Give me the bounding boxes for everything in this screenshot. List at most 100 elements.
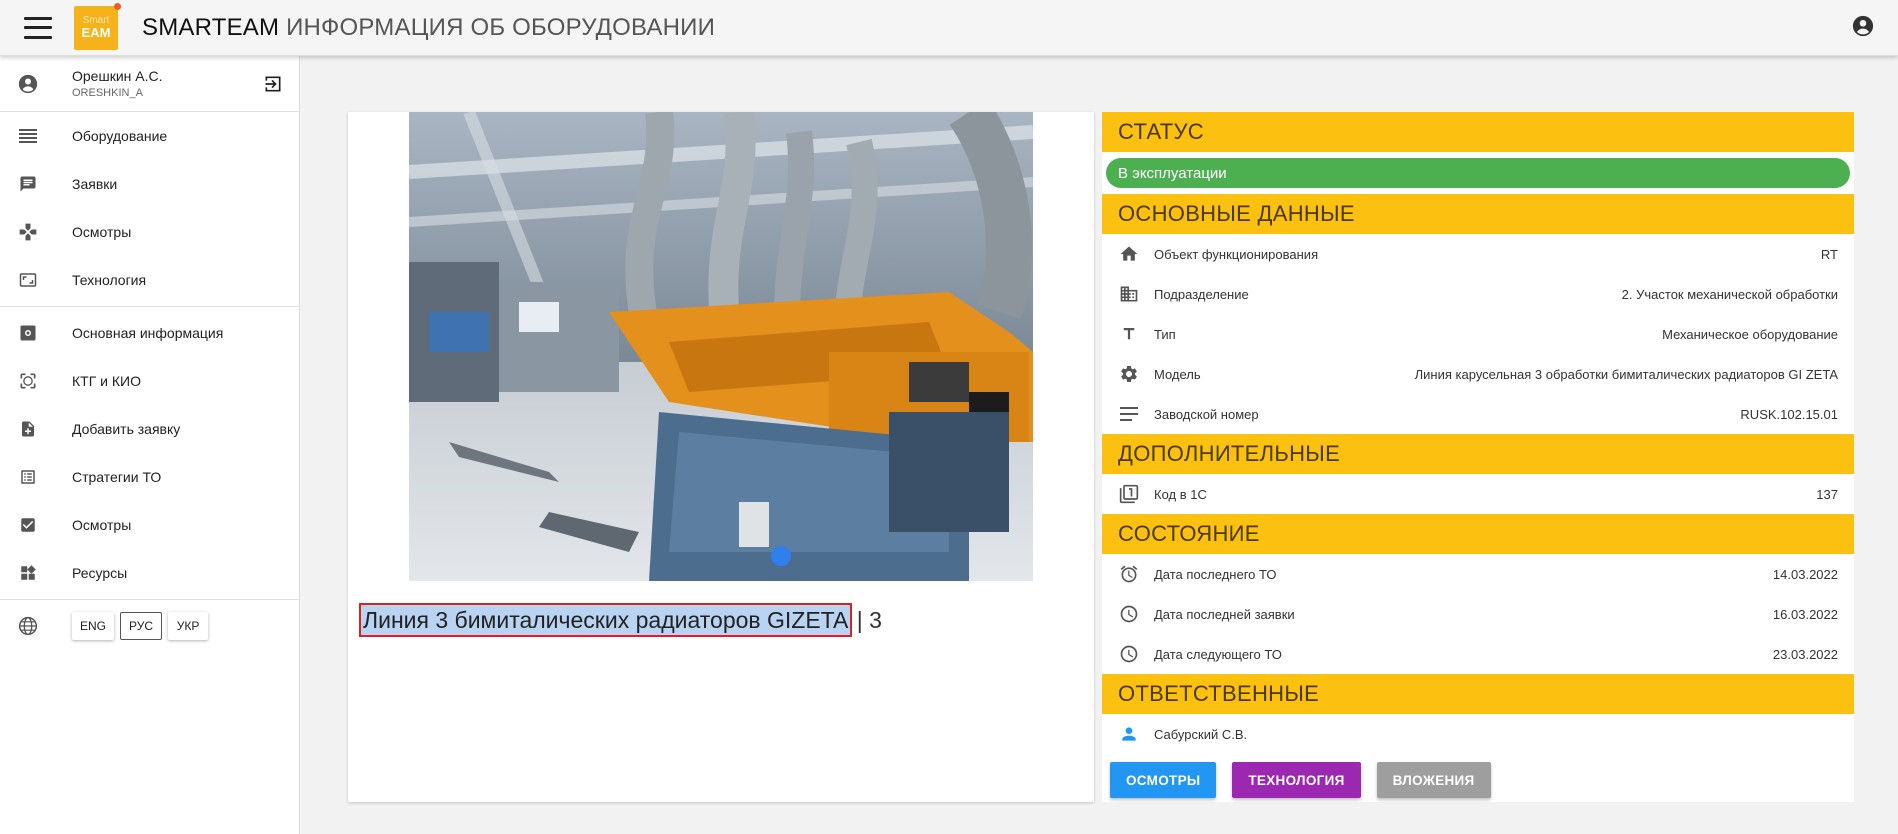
globe-icon xyxy=(0,616,56,636)
sidebar-item-label: Ресурсы xyxy=(72,565,128,581)
sidebar-item-equipment[interactable]: Оборудование xyxy=(0,112,299,160)
clock-icon xyxy=(1118,643,1140,665)
check-box-icon xyxy=(0,516,56,534)
logout-icon[interactable] xyxy=(263,74,283,94)
sidebar: Орешкин А.С. ORESHKIN_A Оборудование Зая… xyxy=(0,56,300,834)
info-value: Механическое оборудование xyxy=(1662,326,1838,342)
inspections-button[interactable]: ОСМОТРЫ xyxy=(1110,762,1217,798)
action-buttons: ОСМОТРЫ ТЕХНОЛОГИЯ ВЛОЖЕНИЯ xyxy=(1102,762,1854,798)
settings-box-icon xyxy=(0,324,56,342)
info-row-model: Модель Линия карусельная 3 обработки бим… xyxy=(1102,354,1854,394)
info-key: Заводской номер xyxy=(1154,406,1259,422)
info-row-department: Подразделение 2. Участок механической об… xyxy=(1102,274,1854,314)
sidebar-item-label: Основная информация xyxy=(72,325,224,341)
info-value: RT xyxy=(1820,246,1838,262)
lang-rus-button[interactable]: РУС xyxy=(120,612,163,640)
note-add-icon xyxy=(0,419,56,439)
info-row-1c-code: Код в 1С 137 xyxy=(1102,474,1854,514)
sidebar-item-label: Оборудование xyxy=(72,128,168,144)
section-additional-header: ДОПОЛНИТЕЛЬНЫЕ xyxy=(1102,434,1854,474)
sidebar-item-strategies[interactable]: Стратегии ТО xyxy=(0,453,299,501)
user-info: Орешкин А.С. ORESHKIN_A xyxy=(0,56,299,112)
gear-icon xyxy=(1118,363,1140,385)
account-circle-icon xyxy=(0,74,56,94)
alarm-icon xyxy=(1118,563,1140,585)
sidebar-item-label: Добавить заявку xyxy=(72,421,181,437)
sidebar-item-add-request[interactable]: Добавить заявку xyxy=(0,405,299,453)
carousel-indicator-dot[interactable] xyxy=(771,546,791,566)
sidebar-item-resources[interactable]: Ресурсы xyxy=(0,549,299,597)
sidebar-item-technology[interactable]: Технология xyxy=(0,256,299,304)
text-type-icon xyxy=(1118,323,1140,345)
user-login: ORESHKIN_A xyxy=(72,87,143,99)
message-icon xyxy=(0,175,56,193)
info-key: Тип xyxy=(1154,326,1176,342)
filter-center-icon xyxy=(0,371,56,391)
info-row-type: Тип Механическое оборудование xyxy=(1102,314,1854,354)
building-icon xyxy=(1118,283,1140,305)
info-row-responsible-person: Сабурский С.В. xyxy=(1102,714,1854,754)
equipment-info-panel: СТАТУС В эксплуатации ОСНОВНЫЕ ДАННЫЕ Об… xyxy=(1102,112,1854,802)
attachments-button[interactable]: ВЛОЖЕНИЯ xyxy=(1376,762,1491,798)
person-icon xyxy=(1118,723,1140,745)
info-value: 2. Участок механической обработки xyxy=(1621,286,1838,302)
sidebar-item-requests[interactable]: Заявки xyxy=(0,160,299,208)
filter-1-icon xyxy=(1118,483,1140,505)
info-key: Дата следующего ТО xyxy=(1154,646,1282,662)
hamburger-menu-icon[interactable] xyxy=(24,16,52,39)
logo-line-2: EAM xyxy=(81,25,111,40)
page-name: ИНФОРМАЦИЯ ОБ ОБОРУДОВАНИИ xyxy=(286,13,716,41)
sidebar-divider xyxy=(0,306,299,307)
section-state-header: СОСТОЯНИЕ xyxy=(1102,514,1854,554)
info-row-serial-number: Заводской номер RUSK.102.15.01 xyxy=(1102,394,1854,434)
sidebar-item-label: Осмотры xyxy=(72,224,132,240)
smarteam-logo[interactable]: Smart EAM xyxy=(74,2,121,50)
equipment-caption-suffix: | 3 xyxy=(856,607,882,633)
info-value: 23.03.2022 xyxy=(1772,646,1838,662)
gamepad-icon xyxy=(0,222,56,242)
info-row-operating-object: Объект функционирования RT xyxy=(1102,234,1854,274)
info-value: RUSK.102.15.01 xyxy=(1740,406,1838,422)
sidebar-divider xyxy=(0,599,299,600)
sidebar-item-label: Технология xyxy=(72,272,147,288)
app-bar: Smart EAM SMARTEAM ИНФОРМАЦИЯ ОБ ОБОРУДО… xyxy=(0,0,1898,56)
lang-ukr-button[interactable]: УКР xyxy=(168,612,209,640)
clock-icon xyxy=(1118,603,1140,625)
technology-button[interactable]: ТЕХНОЛОГИЯ xyxy=(1232,762,1361,798)
info-row-last-maintenance: Дата последнего ТО 14.03.2022 xyxy=(1102,554,1854,594)
sidebar-item-inspections-2[interactable]: Осмотры xyxy=(0,501,299,549)
info-key: Сабурский С.В. xyxy=(1154,726,1248,742)
info-value: Линия карусельная 3 обработки бимиталиче… xyxy=(1414,366,1838,382)
info-key: Модель xyxy=(1154,366,1201,382)
lines-icon xyxy=(1118,403,1140,425)
sidebar-item-label: Стратегии ТО xyxy=(72,469,162,485)
lang-eng-button[interactable]: ENG xyxy=(72,612,115,640)
sidebar-item-label: Осмотры xyxy=(72,517,132,533)
info-key: Дата последнего ТО xyxy=(1154,566,1277,582)
info-key: Объект функционирования xyxy=(1154,246,1319,262)
info-value: 14.03.2022 xyxy=(1772,566,1838,582)
list-alt-icon xyxy=(0,468,56,486)
info-row-last-request: Дата последней заявки 16.03.2022 xyxy=(1102,594,1854,634)
equipment-card: Линия 3 бимиталических радиаторов GIZETA… xyxy=(348,112,1094,802)
language-switcher: ENG РУС УКР xyxy=(0,602,299,650)
widgets-icon xyxy=(0,564,56,582)
section-main-data-header: ОСНОВНЫЕ ДАННЫЕ xyxy=(1102,194,1854,234)
info-key: Подразделение xyxy=(1154,286,1249,302)
equipment-photo[interactable] xyxy=(409,112,1033,581)
account-circle-icon[interactable] xyxy=(1852,15,1874,37)
page-title: SMARTEAM ИНФОРМАЦИЯ ОБ ОБОРУДОВАНИИ xyxy=(142,14,715,42)
list-icon xyxy=(0,129,56,143)
section-status-header: СТАТУС xyxy=(1102,112,1854,152)
aspect-ratio-icon xyxy=(0,271,56,289)
logo-dot xyxy=(114,2,121,10)
sidebar-item-ktg-kio[interactable]: КТГ и КИО xyxy=(0,357,299,405)
sidebar-item-label: Заявки xyxy=(72,176,118,192)
section-responsible-header: ОТВЕТСТВЕННЫЕ xyxy=(1102,674,1854,714)
sidebar-item-inspections[interactable]: Осмотры xyxy=(0,208,299,256)
equipment-name-selected[interactable]: Линия 3 бимиталических радиаторов GIZETA xyxy=(358,603,853,637)
sidebar-item-main-info[interactable]: Основная информация xyxy=(0,309,299,357)
home-icon xyxy=(1118,243,1140,265)
info-value: 16.03.2022 xyxy=(1772,606,1838,622)
user-name: Орешкин А.С. xyxy=(72,68,163,84)
